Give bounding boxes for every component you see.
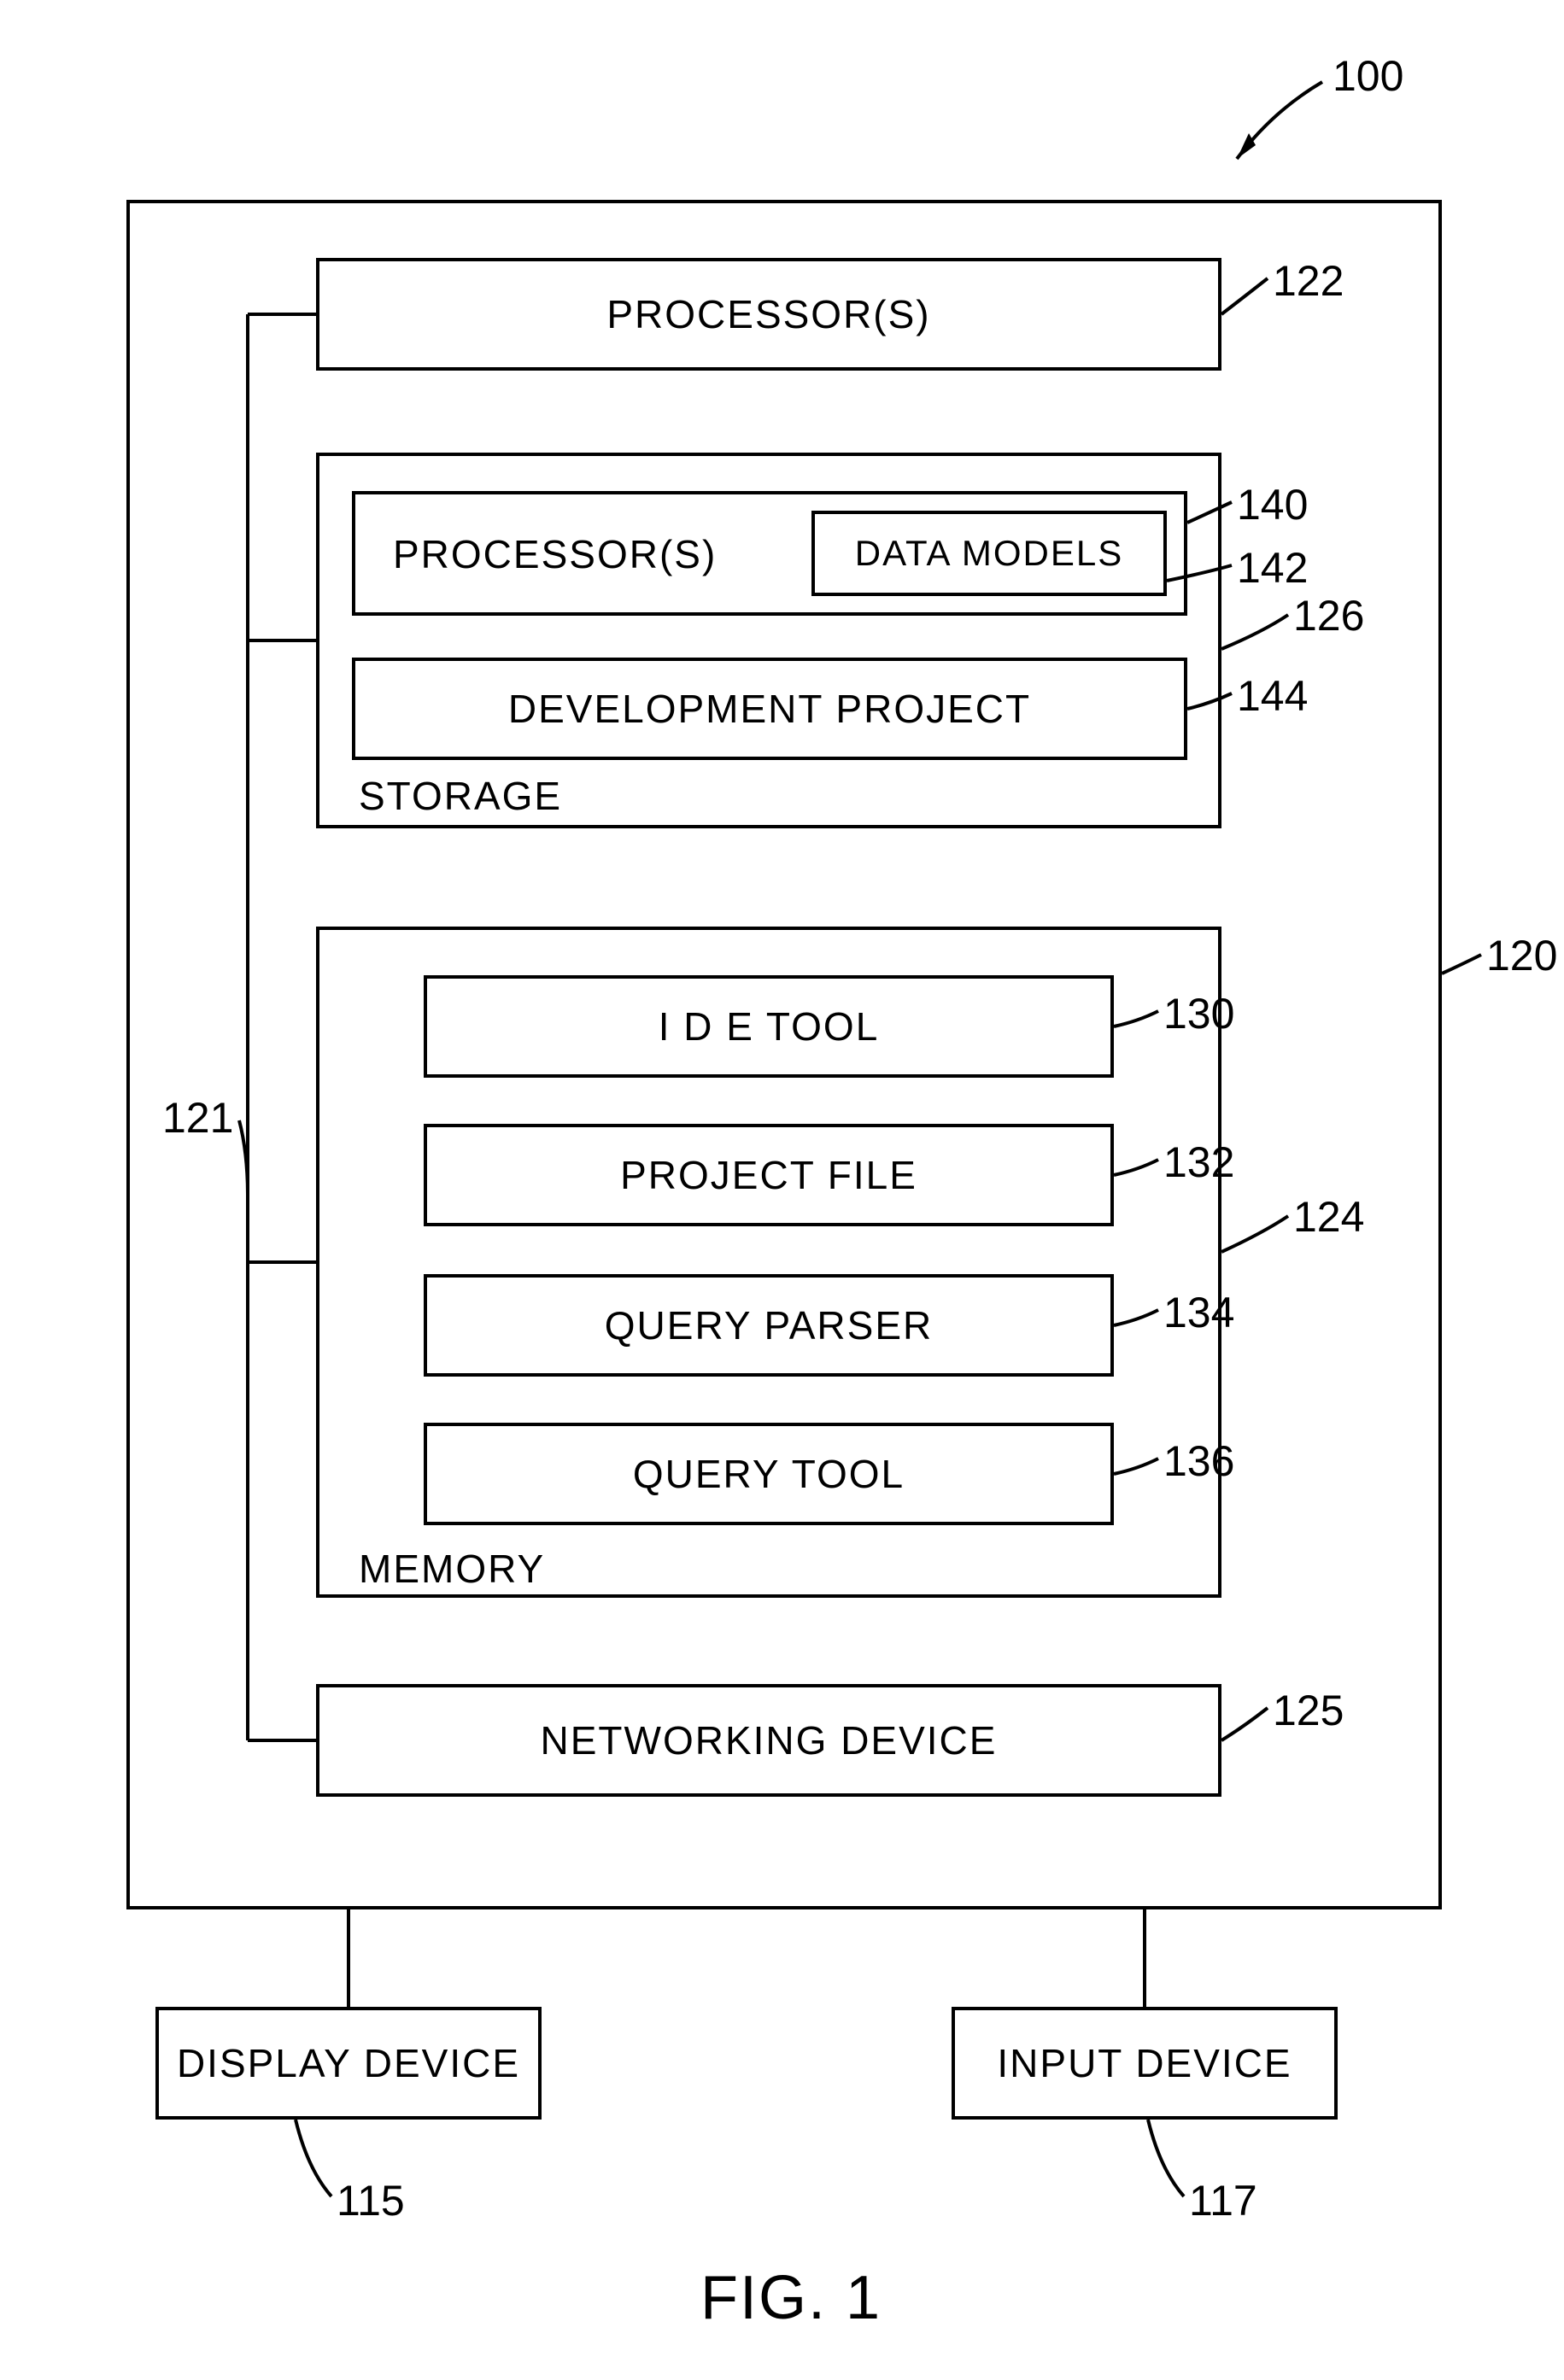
ref-130: 130 [1163, 989, 1234, 1038]
display-device-box: DISPLAY DEVICE [155, 2007, 542, 2120]
query-parser-box: QUERY PARSER [424, 1274, 1114, 1377]
ref-144: 144 [1237, 671, 1308, 721]
ref-142: 142 [1237, 543, 1308, 593]
storage-label: STORAGE [359, 773, 562, 819]
ref-120: 120 [1486, 931, 1557, 980]
ref-115: 115 [337, 2176, 405, 2225]
ref-100: 100 [1333, 51, 1403, 101]
project-file-box: PROJECT FILE [424, 1124, 1114, 1226]
ref-126: 126 [1293, 591, 1364, 640]
ref-121: 121 [162, 1093, 233, 1143]
storage-processor-label: PROCESSOR(S) [393, 531, 717, 577]
input-device-box: INPUT DEVICE [952, 2007, 1338, 2120]
ref-140: 140 [1237, 480, 1308, 529]
dev-project-box: DEVELOPMENT PROJECT [352, 658, 1187, 760]
figure-caption: FIG. 1 [700, 2263, 882, 2333]
networking-box: NETWORKING DEVICE [316, 1684, 1221, 1797]
ref-134: 134 [1163, 1288, 1234, 1337]
data-models-box: DATA MODELS [811, 511, 1167, 596]
memory-label: MEMORY [359, 1546, 545, 1592]
processor-box: PROCESSOR(S) [316, 258, 1221, 371]
figure-canvas: PROCESSOR(S) STORAGE DATA MODELS PROCESS… [0, 0, 1564, 2380]
ref-117: 117 [1189, 2176, 1257, 2225]
ref-122: 122 [1273, 256, 1344, 306]
ref-124: 124 [1293, 1192, 1364, 1242]
ide-tool-box: I D E TOOL [424, 975, 1114, 1078]
ref-136: 136 [1163, 1436, 1234, 1486]
query-tool-box: QUERY TOOL [424, 1423, 1114, 1525]
ref-132: 132 [1163, 1137, 1234, 1187]
ref-125: 125 [1273, 1686, 1344, 1735]
